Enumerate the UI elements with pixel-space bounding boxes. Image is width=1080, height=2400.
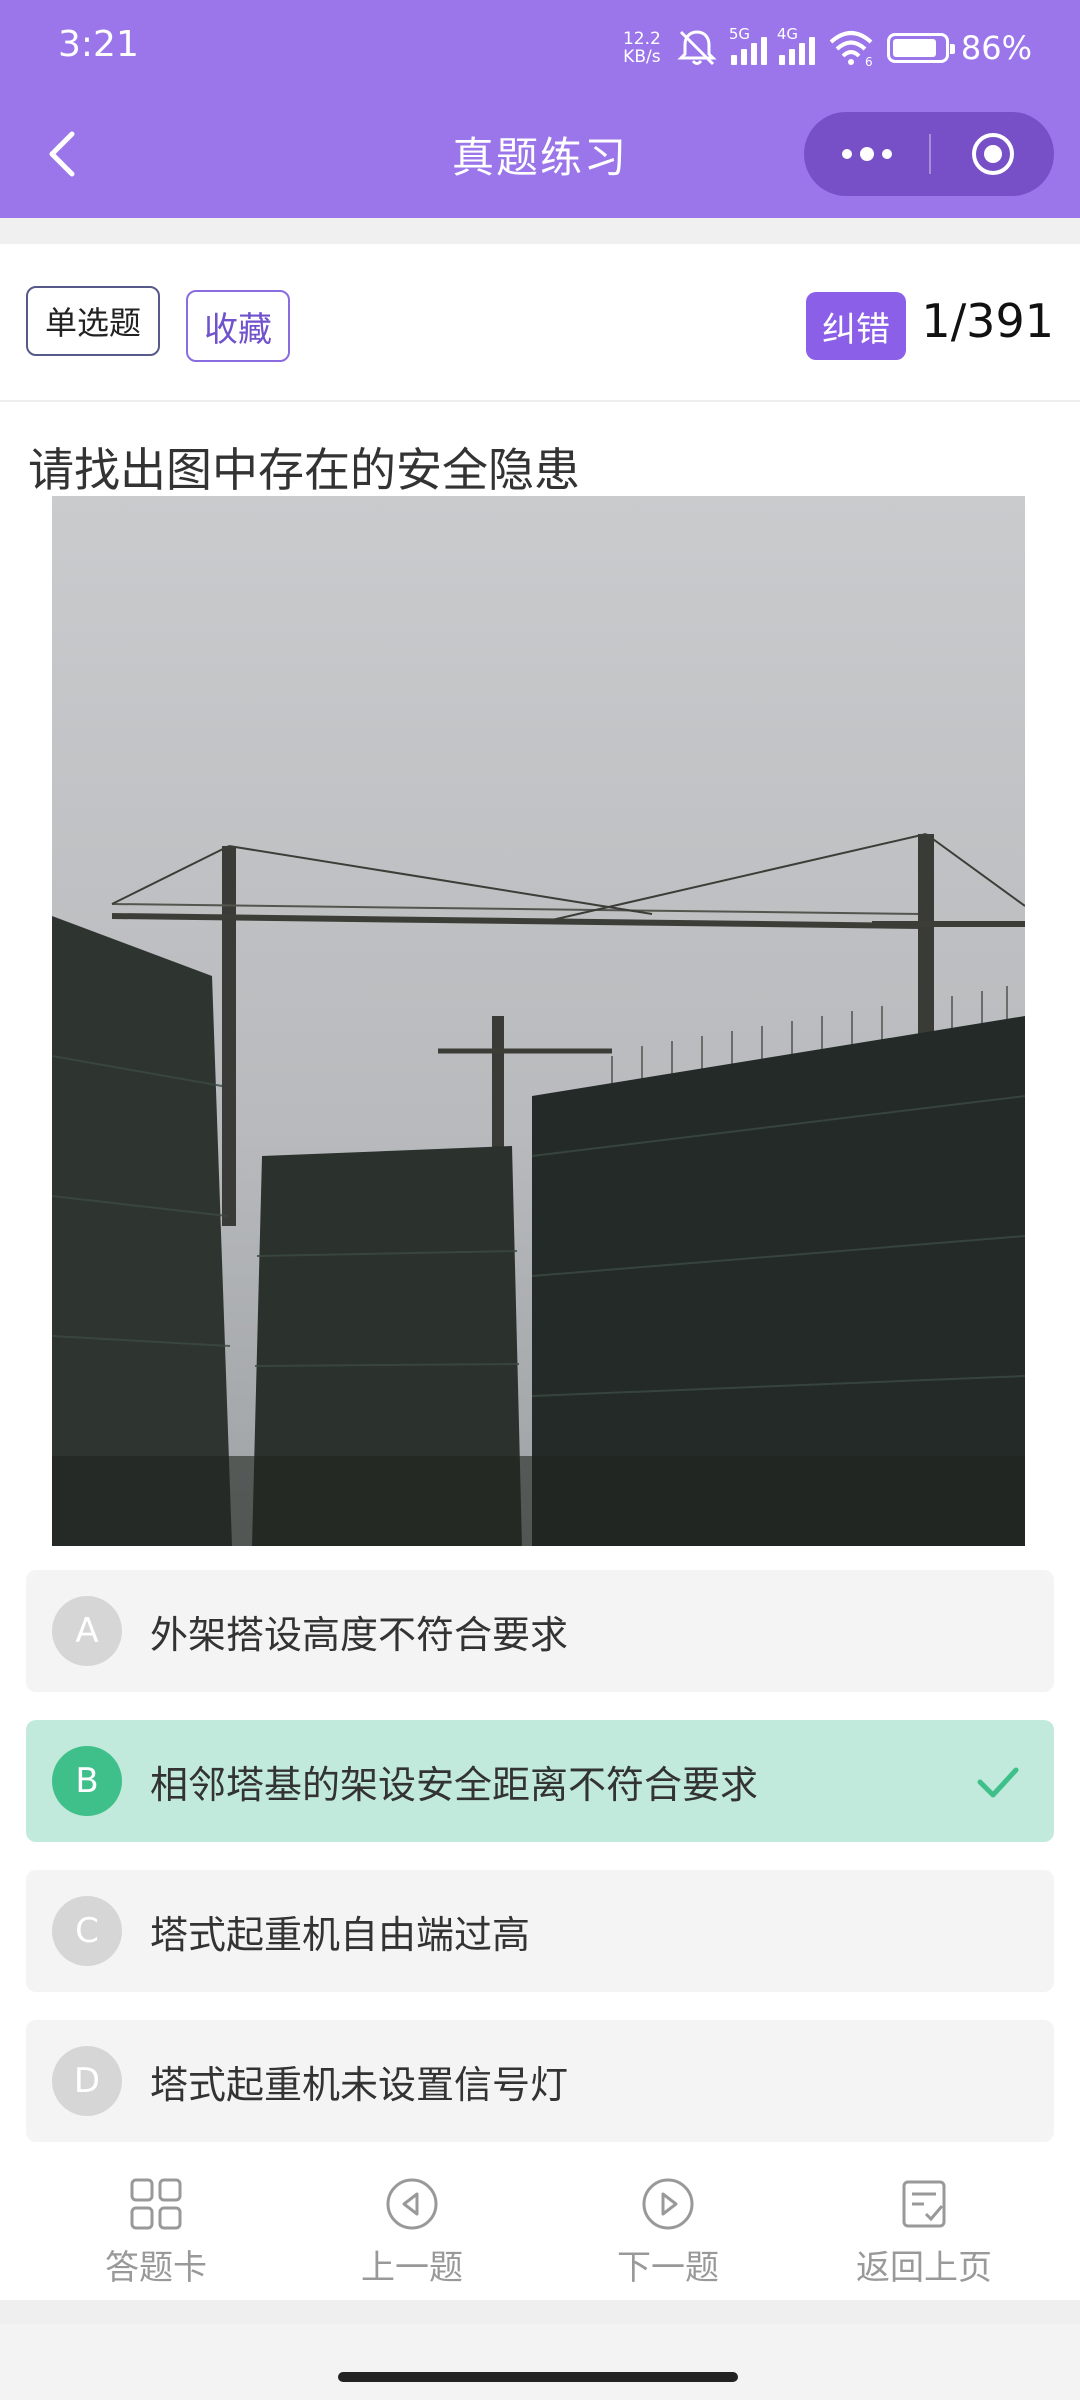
mute-bell-icon [677,30,717,66]
construction-site-image [52,496,1025,1546]
back-page-button[interactable]: 返回上页 [824,2166,1024,2306]
checklist-icon [902,2180,946,2228]
signal-5g-icon: 5G [729,25,767,65]
checkmark-icon [977,1767,1019,1798]
miniapp-capsule [804,112,1054,196]
close-miniapp-button[interactable] [931,112,1054,196]
question-card: 单选题 收藏 纠错 1/391 请找出图中存在的安全隐患 A 外架搭设高度不符合… [0,244,1080,2300]
option-letter: A [52,1596,122,1666]
battery-percent: 86% [960,29,1032,67]
report-error-button[interactable]: 纠错 [806,292,906,360]
wifi-icon: 6 [829,31,873,68]
question-meta: 单选题 收藏 纠错 1/391 [0,244,1080,402]
option-text: 塔式起重机自由端过高 [150,1913,531,1957]
option-b[interactable]: B 相邻塔基的架设安全距离不符合要求 [26,1720,1054,1842]
option-text: 外架搭设高度不符合要求 [150,1613,569,1657]
option-c[interactable]: C 塔式起重机自由端过高 [26,1870,1054,1992]
option-letter: C [52,1896,122,1966]
prev-question-button[interactable]: 上一题 [312,2166,512,2306]
option-d[interactable]: D 塔式起重机未设置信号灯 [26,2020,1054,2142]
back-page-label: 返回上页 [856,2248,992,2288]
net-speed: 12.2 KB/s [622,29,661,67]
prev-circle-icon [386,2178,438,2230]
divider [0,2300,1080,2324]
more-button[interactable] [804,112,929,196]
more-dots-icon [841,149,852,159]
favorite-button[interactable]: 收藏 [186,290,290,362]
system-nav-area [0,2324,1080,2400]
svg-text:6: 6 [865,55,873,68]
grid-icon [130,2178,182,2230]
question-prompt: 请找出图中存在的安全隐患 [28,443,580,497]
next-circle-icon [642,2178,694,2230]
status-icons: 12.2 KB/s 5G 4G 6 86% [621,22,1032,74]
answer-card-label: 答题卡 [105,2248,207,2288]
answer-card-button[interactable]: 答题卡 [56,2166,256,2306]
status-bar: 3:21 12.2 KB/s 5G 4G 6 86% [0,0,1080,96]
prev-question-label: 上一题 [361,2248,463,2288]
home-indicator[interactable] [338,2372,738,2382]
option-a[interactable]: A 外架搭设高度不符合要求 [26,1570,1054,1692]
next-question-label: 下一题 [617,2248,719,2288]
nav-bar: 真题练习 [0,110,1080,200]
next-question-button[interactable]: 下一题 [568,2166,768,2306]
bottom-nav: 答题卡 上一题 下一题 返回上页 [0,2166,1080,2306]
option-text: 塔式起重机未设置信号灯 [150,2063,569,2107]
battery-icon [886,33,955,63]
question-counter: 1/391 [921,294,1054,348]
app-header: 3:21 12.2 KB/s 5G 4G 6 86% 真题练习 [0,0,1080,218]
target-circle-icon [971,133,1014,175]
status-time: 3:21 [58,24,139,65]
option-text: 相邻塔基的架设安全距离不符合要求 [150,1763,759,1807]
question-type-tag: 单选题 [26,286,160,356]
question-photo [52,496,1025,1546]
option-letter: B [52,1746,122,1816]
signal-4g-icon: 4G [777,25,815,65]
option-letter: D [52,2046,122,2116]
